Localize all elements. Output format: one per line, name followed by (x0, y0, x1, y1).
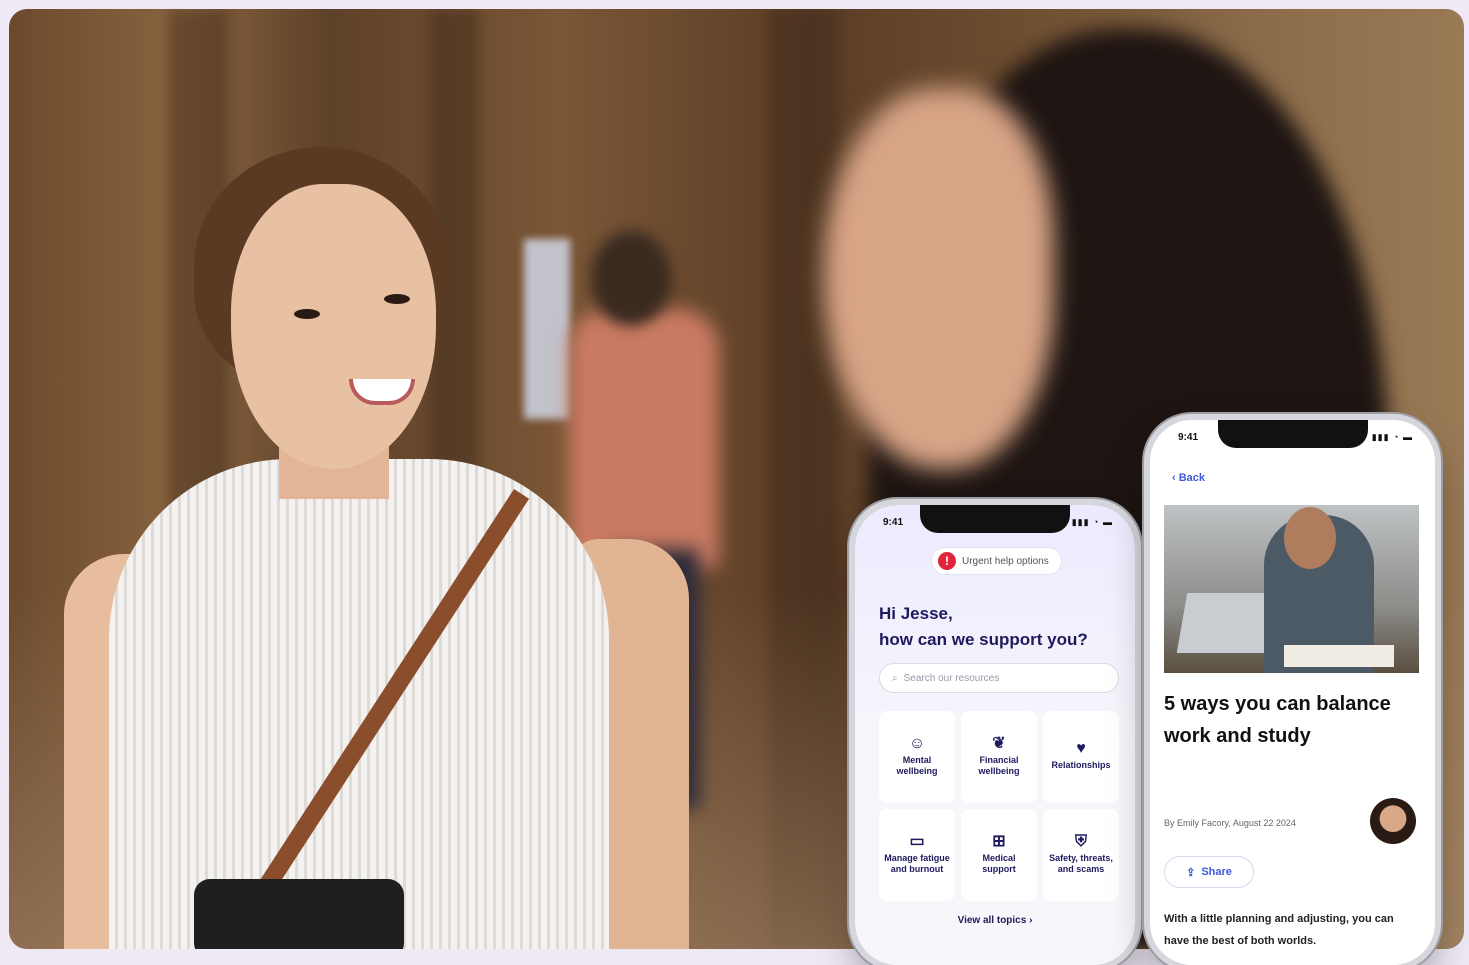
background-person-head (591, 231, 671, 326)
topic-tile-medical-support[interactable]: ⊞ Medical support (961, 809, 1037, 901)
laptop-shape (1176, 593, 1278, 653)
book-shape (1284, 645, 1394, 667)
topic-tile-financial-wellbeing[interactable]: ❦ Financial wellbeing (961, 711, 1037, 803)
urgent-help-label: Urgent help options (962, 555, 1049, 567)
back-button[interactable]: ‹ Back (1172, 472, 1205, 484)
woman-white-top (109, 459, 609, 949)
topic-label: Mental wellbeing (896, 754, 938, 776)
medical-icon: ⊞ (992, 832, 1006, 850)
topic-tile-mental-wellbeing[interactable]: ☺ Mental wellbeing (879, 711, 955, 803)
topic-tile-fatigue-burnout[interactable]: ▭ Manage fatigue and burnout (879, 809, 955, 901)
woman-face (231, 184, 436, 469)
plant-icon: ❦ (992, 734, 1006, 752)
avatar (1370, 798, 1416, 844)
student-head-shape (1284, 507, 1336, 569)
topic-label: Manage fatigue and burnout (884, 852, 950, 874)
topic-tile-safety[interactable]: ⛨ Safety, threats, and scams (1043, 809, 1119, 901)
woman-eye (294, 309, 320, 319)
topic-grid: ☺ Mental wellbeing ❦ Financial wellbeing… (879, 711, 1119, 901)
share-label: Share (1201, 866, 1232, 878)
article-byline: By Emily Facory, August 22 2024 (1164, 818, 1296, 828)
topic-label: Medical support (982, 852, 1016, 874)
urgent-help-button[interactable]: ! Urgent help options (931, 547, 1062, 575)
topic-label: Safety, threats, and scams (1049, 852, 1113, 874)
greeting-heading: Hi Jesse, how can we support you? (879, 601, 1088, 653)
hearts-icon: ♥ (1076, 740, 1086, 757)
topic-label: Financial wellbeing (978, 754, 1020, 776)
search-icon: ⌕ (892, 672, 898, 684)
shield-icon: ⛨ (1074, 832, 1087, 850)
search-placeholder: Search our resources (903, 672, 1000, 684)
status-icons: ▮▮▮ ◔ ▬ (1371, 432, 1413, 442)
status-time: 9:41 (1178, 432, 1199, 443)
alert-icon: ! (938, 552, 956, 570)
background-window (524, 239, 570, 419)
greeting-line1: Hi Jesse, (879, 604, 953, 623)
foreground-woman-face (824, 89, 1054, 469)
woman-eye (384, 294, 410, 304)
share-icon: ⇪ (1186, 866, 1196, 879)
article-title: 5 ways you can balance work and study (1164, 693, 1391, 747)
battery-icon: ▭ (909, 832, 925, 850)
search-input[interactable]: ⌕ Search our resources (879, 663, 1119, 693)
article-intro: With a little planning and adjusting, yo… (1164, 913, 1394, 947)
status-time: 9:41 (883, 517, 904, 528)
topic-tile-relationships[interactable]: ♥ Relationships (1043, 711, 1119, 803)
greeting-line2: how can we support you? (879, 630, 1088, 649)
phone-article-screen: 9:41 ▮▮▮ ◔ ▬ ‹ Back 5 ways you can balan… (1150, 420, 1435, 965)
article-hero-image (1164, 505, 1419, 673)
background-person (569, 309, 719, 569)
camera (194, 879, 404, 949)
phone-notch (920, 505, 1070, 533)
phone-notch (1217, 420, 1368, 448)
status-icons: ▮▮▮ ◔ ▬ (1071, 517, 1113, 527)
topic-label: Relationships (1051, 760, 1111, 770)
share-button[interactable]: ⇪ Share (1164, 856, 1254, 888)
head-icon: ☺ (908, 734, 926, 752)
phone-home-screen: 9:41 ▮▮▮ ◔ ▬ ! Urgent help options Hi Je… (855, 505, 1135, 965)
view-all-topics-link[interactable]: View all topics › (855, 915, 1135, 926)
